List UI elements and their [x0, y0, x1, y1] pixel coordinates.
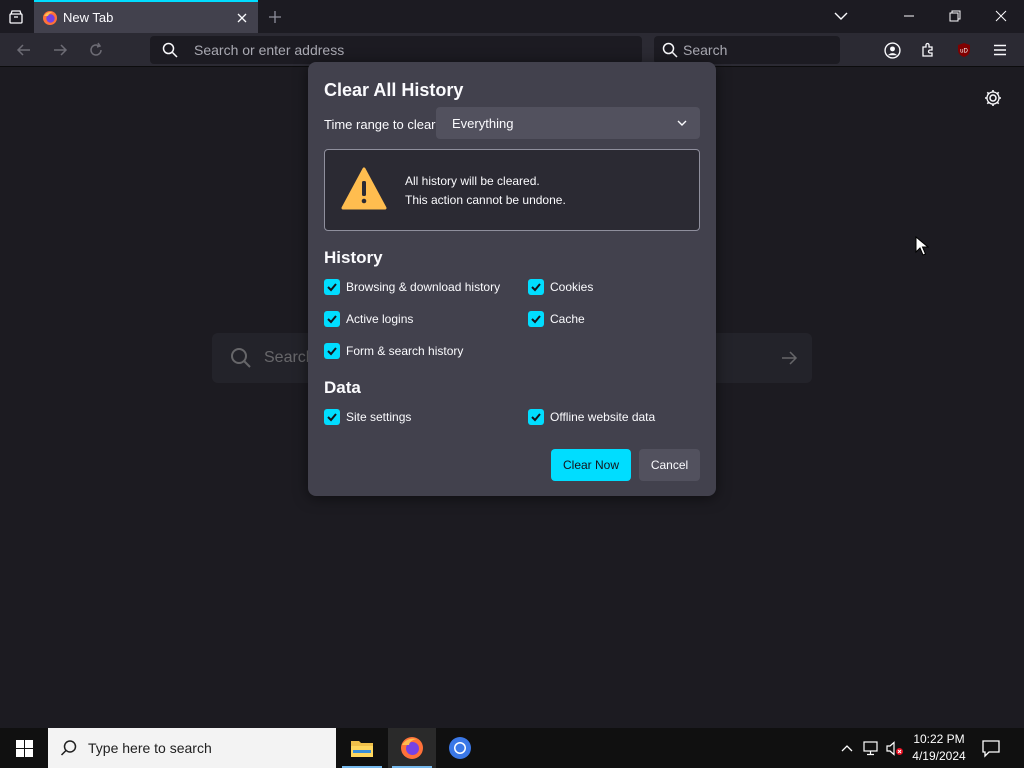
search-icon	[162, 42, 178, 58]
taskbar-search-box[interactable]: Type here to search	[48, 728, 336, 768]
time-range-select[interactable]: Everything	[436, 107, 700, 139]
tab-bar: New Tab	[0, 0, 1024, 33]
file-explorer-icon[interactable]	[338, 728, 386, 768]
system-clock[interactable]: 10:22 PM 4/19/2024	[904, 731, 974, 765]
clear-history-dialog: Clear All History Time range to clear: E…	[308, 62, 716, 496]
checkmark-icon	[324, 279, 340, 295]
clear-now-button[interactable]: Clear Now	[551, 449, 631, 481]
checkbox-label: Site settings	[346, 410, 412, 424]
data-heading: Data	[324, 378, 361, 397]
checkbox-label: Offline website data	[550, 410, 656, 424]
gear-icon[interactable]	[984, 89, 1002, 107]
checkbox-label: Cookies	[550, 280, 594, 294]
time-range-value: Everything	[452, 116, 514, 131]
list-all-tabs-chevron-icon[interactable]	[828, 4, 854, 28]
hamburger-menu-icon[interactable]	[990, 40, 1010, 60]
checkbox-active-logins[interactable]: Active logins	[324, 310, 413, 328]
minimize-icon[interactable]	[896, 4, 922, 28]
cancel-button[interactable]: Cancel	[639, 449, 700, 481]
search-icon	[60, 740, 77, 756]
extensions-puzzle-icon[interactable]	[918, 40, 938, 60]
url-input[interactable]: Search or enter address	[194, 42, 344, 58]
chrome-icon[interactable]	[436, 728, 484, 768]
windows-taskbar: Type here to search 10:22 PM 4/19/2024	[0, 728, 1024, 768]
checkmark-icon	[324, 311, 340, 327]
checkmark-icon	[528, 409, 544, 425]
svg-text:uD: uD	[960, 49, 968, 55]
checkbox-browsing-download-history[interactable]: Browsing & download history	[324, 278, 500, 296]
chevron-up-icon[interactable]	[838, 739, 856, 757]
back-arrow-icon[interactable]	[14, 40, 34, 60]
checkmark-icon	[528, 279, 544, 295]
mouse-cursor-icon	[915, 236, 929, 256]
clock-date: 4/19/2024	[912, 749, 966, 763]
close-window-icon[interactable]	[988, 4, 1014, 28]
checkbox-cookies[interactable]: Cookies	[528, 278, 593, 296]
network-icon[interactable]	[862, 739, 880, 757]
warning-text-line1: All history will be cleared.	[405, 174, 540, 188]
warning-box: All history will be cleared. This action…	[324, 149, 700, 231]
firefox-taskbar-icon[interactable]	[388, 728, 436, 768]
chevron-down-icon	[677, 120, 687, 126]
clock-time: 10:22 PM	[913, 732, 965, 746]
ublock-origin-icon[interactable]: uD	[954, 40, 974, 60]
account-icon[interactable]	[882, 40, 902, 60]
tab-title: New Tab	[63, 10, 114, 25]
firefox-icon	[43, 11, 57, 25]
windows-start-icon[interactable]	[0, 728, 48, 768]
tab-list-icon[interactable]	[6, 7, 26, 27]
checkbox-label: Active logins	[346, 312, 414, 326]
checkbox-form-search-history[interactable]: Form & search history	[324, 342, 463, 360]
taskbar-search-placeholder: Type here to search	[88, 740, 212, 756]
search-bar[interactable]: Search	[654, 36, 840, 64]
forward-arrow-icon[interactable]	[50, 40, 70, 60]
reload-icon[interactable]	[86, 40, 106, 60]
new-tab-plus-icon[interactable]	[265, 7, 285, 27]
history-heading: History	[324, 248, 383, 267]
volume-muted-icon[interactable]	[886, 739, 904, 757]
dialog-title: Clear All History	[324, 80, 464, 100]
checkbox-cache[interactable]: Cache	[528, 310, 585, 328]
checkbox-label: Cache	[550, 312, 585, 326]
checkmark-icon	[324, 409, 340, 425]
checkbox-offline-website-data[interactable]: Offline website data	[528, 408, 655, 426]
tab-new-tab[interactable]: New Tab	[34, 0, 258, 33]
restore-icon[interactable]	[942, 4, 968, 28]
search-bar-input[interactable]: Search	[683, 42, 727, 58]
search-icon	[662, 42, 678, 58]
close-tab-icon[interactable]	[234, 10, 250, 26]
checkbox-site-settings[interactable]: Site settings	[324, 408, 411, 426]
notification-center-icon[interactable]	[980, 737, 1002, 759]
time-range-label: Time range to clear:	[324, 117, 440, 132]
url-bar[interactable]: Search or enter address	[150, 36, 642, 64]
warning-text-line2: This action cannot be undone.	[405, 193, 566, 207]
checkmark-icon	[324, 343, 340, 359]
warning-icon	[341, 167, 387, 210]
checkbox-label: Browsing & download history	[346, 280, 501, 294]
checkbox-label: Form & search history	[346, 344, 464, 358]
checkmark-icon	[528, 311, 544, 327]
